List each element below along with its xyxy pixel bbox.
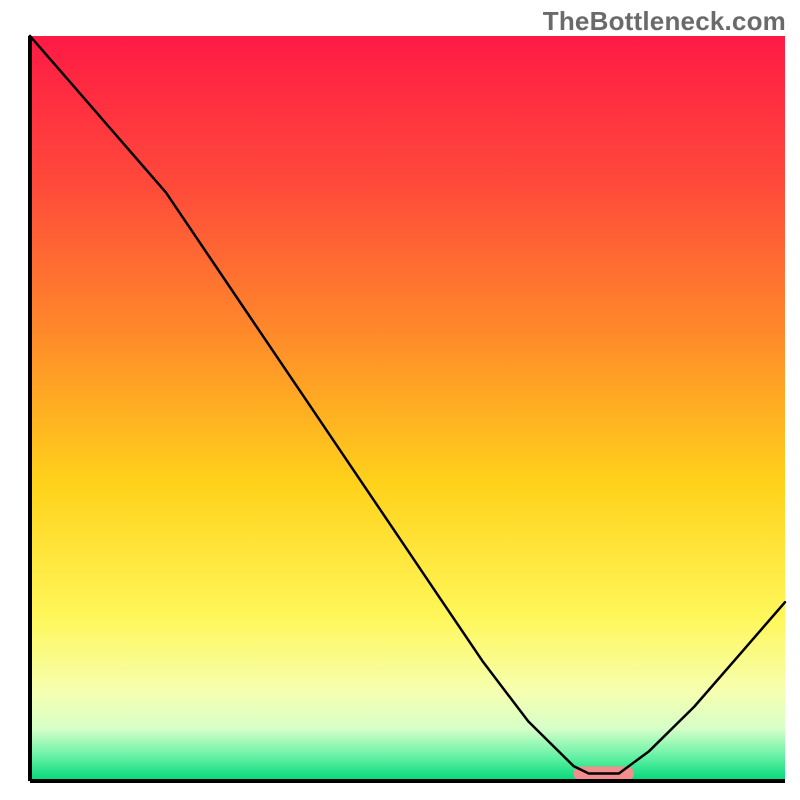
bottleneck-chart (0, 0, 800, 800)
plot-area (30, 36, 785, 781)
chart-container: TheBottleneck.com (0, 0, 800, 800)
